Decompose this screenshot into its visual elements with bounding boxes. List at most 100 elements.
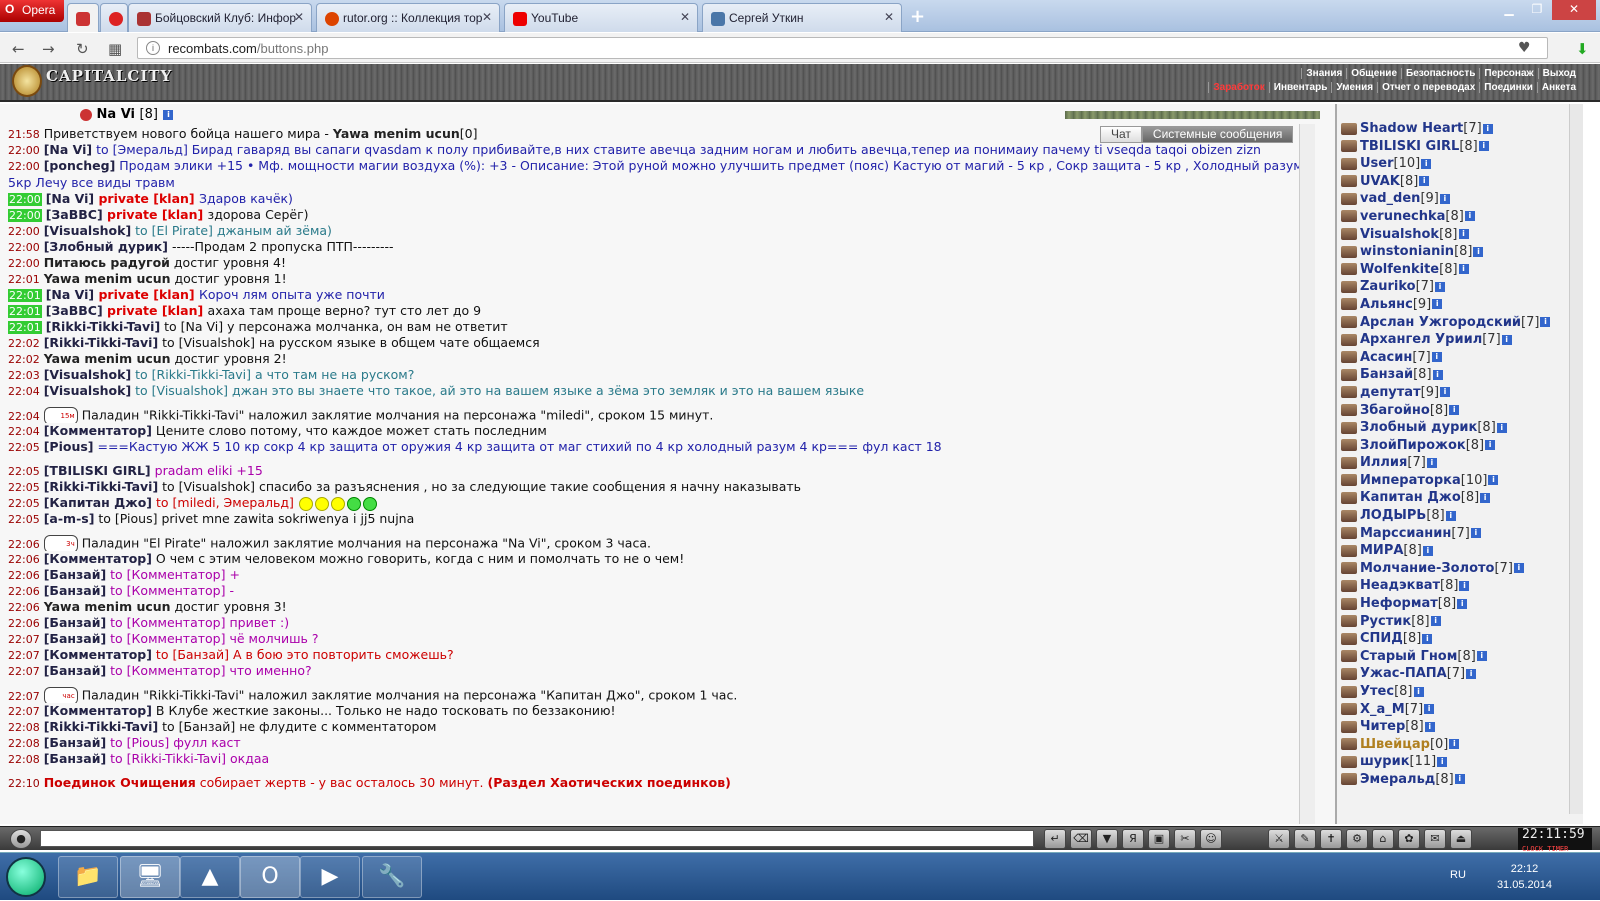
user-info-icon[interactable]: i bbox=[1496, 422, 1507, 433]
online-user[interactable]: Злобный дурик[8] i bbox=[1341, 419, 1550, 437]
language-indicator[interactable]: RU bbox=[1450, 869, 1466, 881]
online-user[interactable]: Банзай[8] i bbox=[1341, 366, 1550, 384]
online-user[interactable]: Эмеральд[8] i bbox=[1341, 771, 1550, 789]
online-user[interactable]: Утес[8] i bbox=[1341, 683, 1550, 701]
online-user[interactable]: Zauriko[7] i bbox=[1341, 278, 1550, 296]
user-status-icon[interactable] bbox=[1341, 298, 1357, 311]
user-status-icon[interactable] bbox=[1341, 140, 1357, 153]
user-name[interactable]: UVAK bbox=[1360, 174, 1400, 189]
tab-youtube[interactable]: YouTube ✕ bbox=[504, 3, 698, 32]
user-name[interactable]: Неформат bbox=[1360, 596, 1438, 611]
menu-profile[interactable]: Анкета bbox=[1536, 82, 1580, 93]
sender-name[interactable]: [Комментатор] bbox=[44, 647, 152, 662]
user-info-icon[interactable]: i bbox=[1488, 475, 1499, 486]
close-tab-icon[interactable]: ✕ bbox=[294, 10, 304, 24]
user-info-icon[interactable]: i bbox=[1464, 211, 1475, 222]
sender-name[interactable]: [Visualshok] bbox=[44, 367, 131, 382]
message-time[interactable]: 22:05 bbox=[8, 513, 40, 526]
user-name[interactable]: Shadow Heart bbox=[1360, 121, 1463, 136]
user-info-icon[interactable]: i bbox=[1476, 651, 1487, 662]
user-info-icon[interactable]: i bbox=[1470, 528, 1481, 539]
start-button[interactable] bbox=[6, 857, 46, 897]
reload-icon[interactable]: ↻ bbox=[76, 40, 89, 58]
user-info-icon[interactable]: i bbox=[1445, 510, 1456, 521]
site-info-icon[interactable]: i bbox=[146, 41, 160, 55]
user-name[interactable]: Неадэкват bbox=[1360, 578, 1440, 593]
user-name[interactable]: депутат bbox=[1360, 385, 1421, 400]
user-name[interactable]: Арслан Ужгородский bbox=[1360, 315, 1521, 330]
user-name[interactable]: vad_den bbox=[1360, 191, 1420, 206]
user-name[interactable]: СПИД bbox=[1360, 631, 1403, 646]
user-status-icon[interactable] bbox=[1341, 562, 1357, 575]
message-time[interactable]: 22:00 bbox=[8, 241, 40, 254]
user-info-icon[interactable]: i bbox=[1426, 457, 1437, 468]
sender-name[interactable]: [Rikki-Tikki-Tavi] bbox=[44, 719, 158, 734]
user-status-icon[interactable] bbox=[1341, 720, 1357, 733]
user-name[interactable]: Швейцар bbox=[1360, 737, 1430, 752]
user-info-icon[interactable]: i bbox=[1439, 193, 1450, 204]
user-info-icon[interactable]: i bbox=[1459, 580, 1470, 591]
user-name[interactable]: Банзай bbox=[1360, 367, 1413, 382]
user-status-icon[interactable] bbox=[1341, 667, 1357, 680]
online-user[interactable]: Швейцар[0] i bbox=[1341, 736, 1550, 754]
user-status-icon[interactable] bbox=[1341, 333, 1357, 346]
new-tab-button[interactable]: + bbox=[910, 6, 925, 27]
user-name[interactable]: winstonianin bbox=[1360, 244, 1454, 259]
online-user[interactable]: Молчание-Золото[7] i bbox=[1341, 560, 1550, 578]
user-status-icon[interactable] bbox=[1341, 579, 1357, 592]
sender-name[interactable]: [Visualshok] bbox=[44, 223, 131, 238]
sender-name[interactable]: [Na Vi] bbox=[46, 191, 94, 206]
message-time[interactable]: 22:04 bbox=[8, 425, 40, 438]
user-info-icon[interactable]: i bbox=[1513, 563, 1524, 574]
user-name[interactable]: Марссианин bbox=[1360, 526, 1451, 541]
user-info-icon[interactable]: i bbox=[1432, 299, 1443, 310]
message-time[interactable]: 22:06 bbox=[8, 553, 40, 566]
online-user[interactable]: verunechka[8] i bbox=[1341, 208, 1550, 226]
message-time[interactable]: 22:07 bbox=[8, 649, 40, 662]
heart-icon[interactable]: ♥ bbox=[1518, 40, 1531, 56]
user-status-icon[interactable] bbox=[1341, 755, 1357, 768]
opera-taskbar-icon[interactable]: O bbox=[240, 856, 300, 898]
message-time[interactable]: 22:07 bbox=[8, 633, 40, 646]
online-user[interactable]: Ужас-ПАПА[7] i bbox=[1341, 665, 1550, 683]
online-user[interactable]: vad_den[9] i bbox=[1341, 190, 1550, 208]
user-info-icon[interactable]: i bbox=[1449, 405, 1460, 415]
user-status-icon[interactable] bbox=[1341, 632, 1357, 645]
tab-vk[interactable]: Сергей Уткин ✕ bbox=[702, 3, 902, 32]
sender-name[interactable]: [Rikki-Tikki-Tavi] bbox=[44, 479, 158, 494]
user-info-icon[interactable]: i bbox=[1473, 246, 1484, 257]
sender-name[interactable]: [Pious] bbox=[44, 439, 94, 454]
sender-name[interactable]: [Банзай] bbox=[44, 583, 106, 598]
message-time[interactable]: 22:02 bbox=[8, 353, 40, 366]
user-status-icon[interactable] bbox=[1341, 210, 1357, 223]
sender-name[interactable]: [Комментатор] bbox=[44, 703, 152, 718]
user-name[interactable]: Рустик bbox=[1360, 614, 1411, 629]
filter-icon[interactable]: ▼ bbox=[1096, 829, 1118, 849]
taskbar-clock[interactable]: 22:12 31.05.2014 bbox=[1497, 861, 1552, 893]
exit-icon[interactable]: ⏏ bbox=[1450, 829, 1472, 849]
chat-scrollbar[interactable] bbox=[1299, 124, 1315, 824]
user-name[interactable]: Visualshok bbox=[1360, 227, 1439, 242]
message-time[interactable]: 22:05 bbox=[8, 481, 40, 494]
online-user[interactable]: Неадэкват[8] i bbox=[1341, 577, 1550, 595]
sender-name[interactable]: [poncheg] bbox=[44, 158, 116, 173]
user-status-icon[interactable] bbox=[1341, 175, 1357, 188]
message-time[interactable]: 22:01 bbox=[8, 321, 42, 334]
message-time[interactable]: 22:06 bbox=[8, 569, 40, 582]
user-info-icon[interactable]: i bbox=[1540, 317, 1551, 328]
sender-name[interactable]: [ЗаВВС] bbox=[46, 303, 103, 318]
user-name[interactable]: X_a_M bbox=[1360, 702, 1405, 717]
sender-name[interactable]: [Капитан Джо] bbox=[44, 495, 152, 510]
user-info-icon[interactable]: i bbox=[1430, 616, 1441, 627]
action-icon-5[interactable]: ⌂ bbox=[1372, 829, 1394, 849]
user-status-icon[interactable] bbox=[1341, 615, 1357, 628]
message-time[interactable]: 22:05 bbox=[8, 465, 40, 478]
message-time[interactable]: 22:00 bbox=[8, 160, 40, 173]
action-icon-4[interactable]: ⚙ bbox=[1346, 829, 1368, 849]
tools-icon[interactable]: ✂ bbox=[1174, 829, 1196, 849]
user-name[interactable]: Злобный дурик bbox=[1360, 420, 1477, 435]
user-status-icon[interactable] bbox=[1341, 263, 1357, 276]
sender-name[interactable]: [Na Vi] bbox=[46, 287, 94, 302]
user-status-icon[interactable] bbox=[1341, 228, 1357, 241]
user-info-icon[interactable]: i bbox=[1454, 774, 1465, 785]
